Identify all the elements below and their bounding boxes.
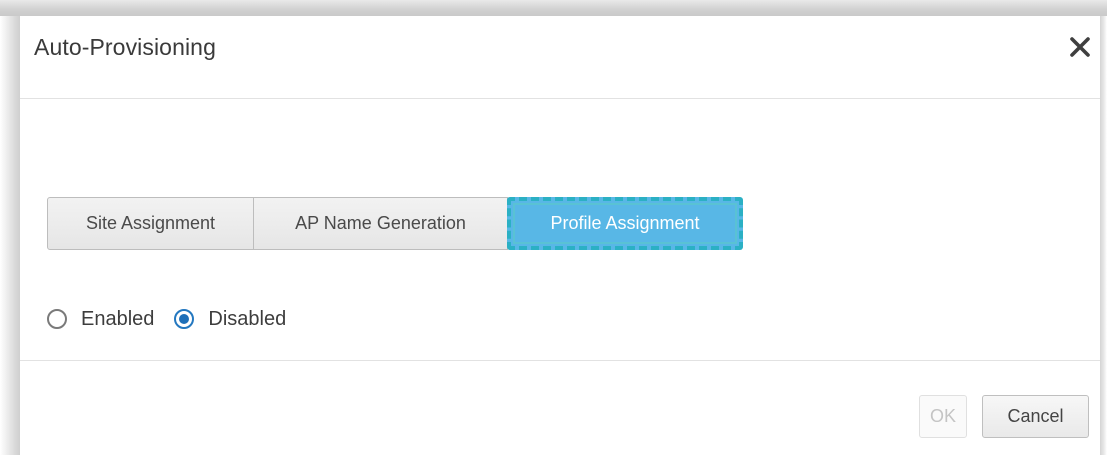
window-shadow-right (1100, 16, 1107, 455)
dialog-title: Auto-Provisioning (34, 34, 216, 60)
provisioning-radio-group: Enabled Disabled (47, 304, 306, 334)
radio-disabled-label: Disabled (208, 307, 287, 330)
radio-option-disabled[interactable]: Disabled (174, 308, 286, 331)
dialog-header: Auto-Provisioning (20, 16, 1100, 99)
close-button[interactable] (1068, 32, 1094, 62)
tab-site-assignment[interactable]: Site Assignment (47, 197, 254, 250)
ok-button[interactable]: OK (919, 395, 967, 438)
radio-enabled-label: Enabled (81, 307, 155, 330)
cancel-button[interactable]: Cancel (982, 395, 1089, 438)
window-shadow-left (0, 16, 20, 455)
screenshot-stage: Auto-Provisioning Site Assignment AP Nam… (0, 0, 1107, 455)
footer-divider (20, 360, 1100, 361)
window-shadow-top (0, 0, 1107, 16)
radio-disabled-button[interactable] (174, 309, 195, 329)
radio-enabled-button[interactable] (47, 309, 67, 329)
tab-profile-assignment[interactable]: Profile Assignment (507, 197, 743, 250)
radio-option-enabled[interactable]: Enabled (47, 308, 154, 331)
close-icon (1070, 37, 1090, 57)
tab-bar: Site Assignment AP Name Generation Profi… (47, 197, 743, 250)
auto-provisioning-dialog: Auto-Provisioning Site Assignment AP Nam… (20, 16, 1100, 455)
tab-ap-name-generation[interactable]: AP Name Generation (254, 197, 508, 250)
